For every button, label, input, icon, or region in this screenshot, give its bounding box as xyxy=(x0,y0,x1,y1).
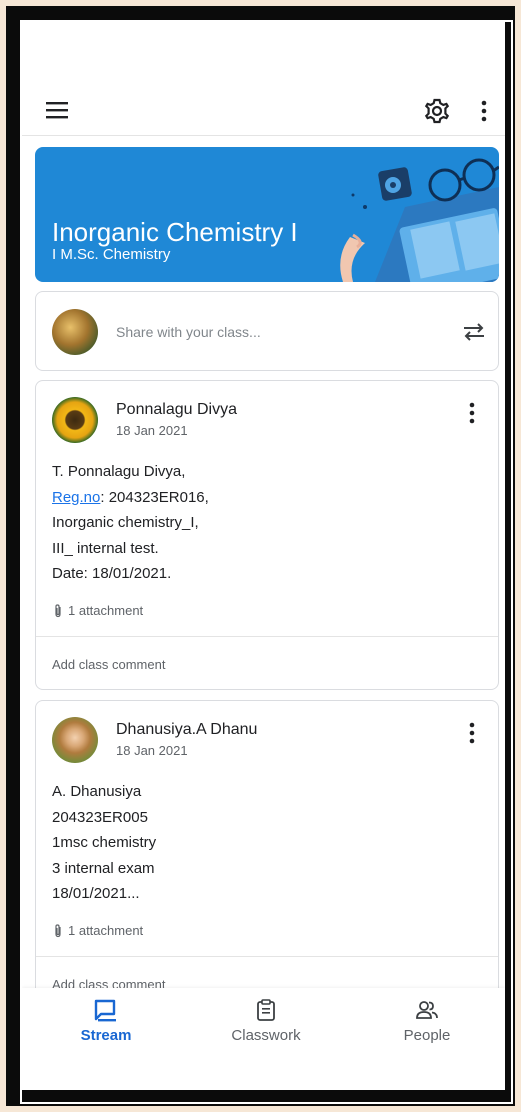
post-date: 18 Jan 2021 xyxy=(116,743,188,758)
divider xyxy=(36,956,498,957)
nav-label: People xyxy=(403,1027,451,1044)
top-app-bar xyxy=(22,86,505,136)
app-screen: Inorganic Chemistry I I M.Sc. Chemistry … xyxy=(22,20,505,1090)
nav-label: Classwork xyxy=(231,1027,301,1044)
banner-illustration xyxy=(340,158,499,282)
post-body: T. Ponnalagu Divya, Reg.no: 204323ER016,… xyxy=(52,459,209,587)
more-vert-icon[interactable] xyxy=(460,399,484,427)
nav-classwork[interactable]: Classwork xyxy=(206,998,326,1044)
class-title: Inorganic Chemistry I xyxy=(52,217,298,247)
post-line: III_ internal test. xyxy=(52,539,159,557)
people-icon xyxy=(416,1001,438,1019)
stream-post[interactable]: Dhanusiya.A Dhanu 18 Jan 2021 A. Dhanusi… xyxy=(35,700,499,1020)
more-vert-icon[interactable] xyxy=(474,96,494,126)
attachment-link[interactable]: 1 attachment xyxy=(52,923,143,938)
post-line: 3 internal exam xyxy=(52,859,155,877)
paperclip-icon xyxy=(55,604,61,618)
paperclip-icon xyxy=(55,924,61,938)
class-banner[interactable]: Inorganic Chemistry I I M.Sc. Chemistry xyxy=(35,147,499,282)
user-avatar xyxy=(52,309,98,355)
post-line: A. Dhanusiya xyxy=(52,783,142,800)
post-line-text: : 204323ER016, xyxy=(100,488,209,506)
post-author: Ponnalagu Divya xyxy=(116,401,237,418)
class-section: I M.Sc. Chemistry xyxy=(52,246,171,263)
post-line: Date: 18/01/2021. xyxy=(52,565,172,582)
repost-icon[interactable] xyxy=(460,318,488,346)
reg-no-link[interactable]: Reg.no xyxy=(52,489,100,506)
add-comment-input[interactable]: Add class comment xyxy=(52,657,165,672)
share-input[interactable]: Share with your class... xyxy=(116,324,261,340)
stream-post[interactable]: Ponnalagu Divya 18 Jan 2021 T. Ponnalagu… xyxy=(35,380,499,690)
classwork-icon xyxy=(257,999,275,1021)
share-box[interactable]: Share with your class... xyxy=(35,291,499,371)
nav-stream[interactable]: Stream xyxy=(46,998,166,1044)
post-line: Inorganic chemistry_I, xyxy=(52,514,199,531)
post-line: 18/01/2021... xyxy=(52,885,140,902)
attachment-count: 1 attachment xyxy=(68,923,144,938)
post-line: 204323ER005 xyxy=(52,808,148,826)
post-line: Reg.no: 204323ER016, xyxy=(52,485,209,511)
gear-icon[interactable] xyxy=(422,96,452,126)
post-author: Dhanusiya.A Dhanu xyxy=(116,721,258,738)
bottom-navigation: Stream Classwork People xyxy=(22,988,505,1090)
post-body: A. Dhanusiya 204323ER005 1msc chemistry … xyxy=(52,779,156,907)
attachment-link[interactable]: 1 attachment xyxy=(52,603,143,618)
menu-icon[interactable] xyxy=(46,100,70,120)
nav-people[interactable]: People xyxy=(367,998,487,1044)
post-date: 18 Jan 2021 xyxy=(116,423,188,438)
attachment-count: 1 attachment xyxy=(68,603,144,618)
post-line: 1msc chemistry xyxy=(52,834,157,851)
post-line: T. Ponnalagu Divya, xyxy=(52,463,186,480)
more-vert-icon[interactable] xyxy=(460,719,484,747)
stream-icon xyxy=(94,999,116,1022)
author-avatar xyxy=(52,397,98,443)
author-avatar xyxy=(52,717,98,763)
nav-label: Stream xyxy=(80,1027,132,1044)
divider xyxy=(36,636,498,637)
